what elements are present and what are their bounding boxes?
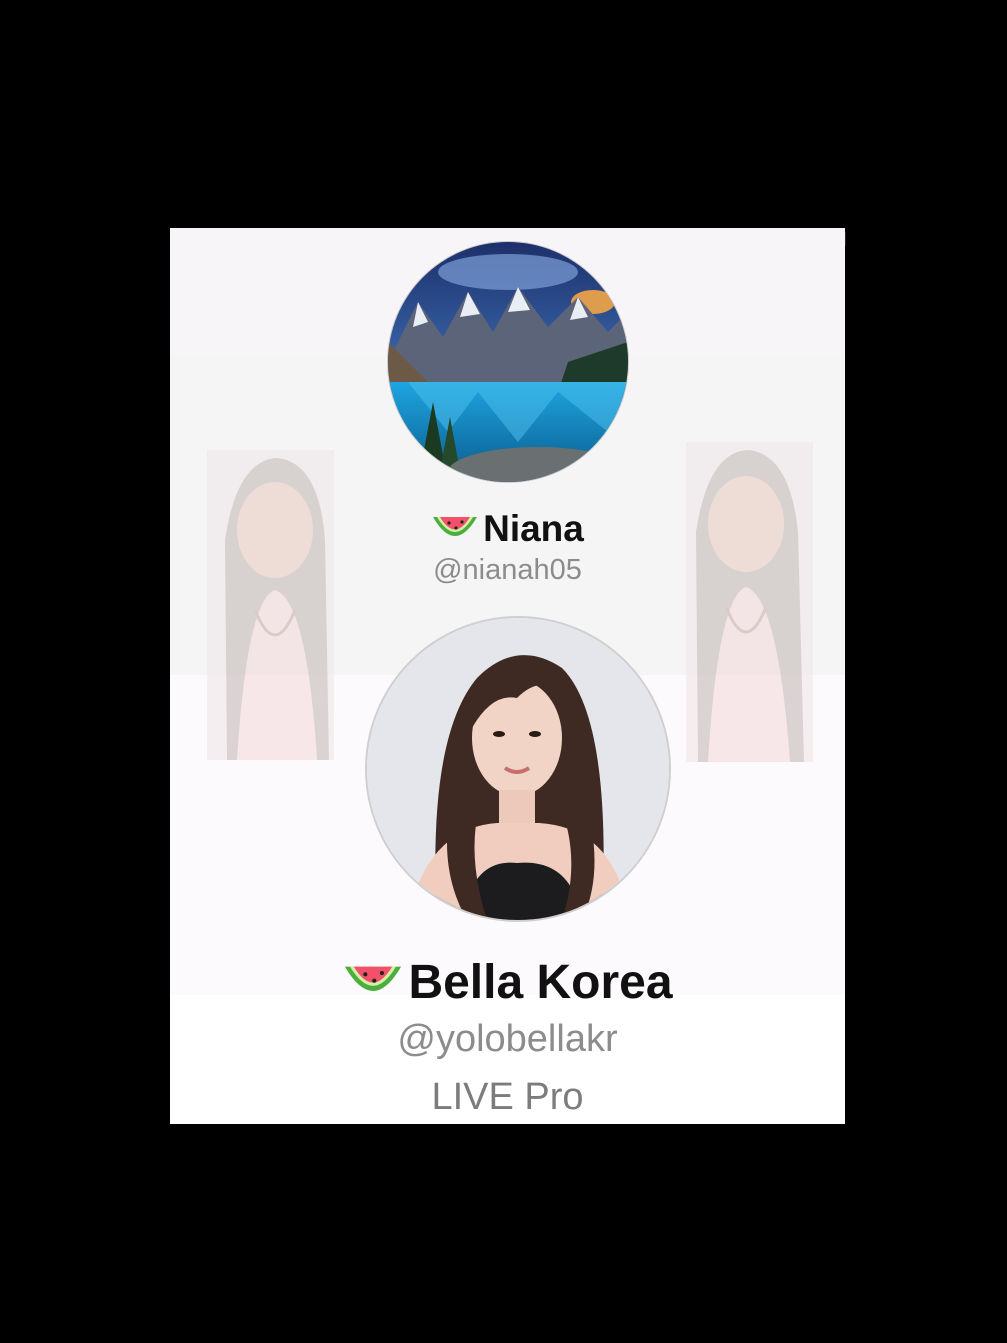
- bella-avatar[interactable]: [367, 618, 669, 920]
- watermelon-icon: [433, 517, 478, 537]
- niana-avatar[interactable]: [388, 242, 628, 482]
- bella-name-text: Bella Korea: [408, 955, 673, 1009]
- niana-handle: @nianah05: [433, 554, 582, 586]
- profile-panel: Niana @nianah05 Bella Korea @yolobellakr…: [170, 228, 845, 1124]
- live-pro-badge: LIVE Pro: [431, 1076, 584, 1118]
- niana-display-name: Niana: [170, 506, 845, 550]
- faded-portrait-right: [686, 442, 813, 762]
- bella-handle: @yolobellakr: [397, 1018, 618, 1060]
- watermelon-icon: [345, 966, 402, 992]
- faded-portrait-left: [207, 450, 334, 760]
- niana-name-text: Niana: [483, 508, 584, 550]
- bella-display-name: Bella Korea: [170, 952, 845, 1010]
